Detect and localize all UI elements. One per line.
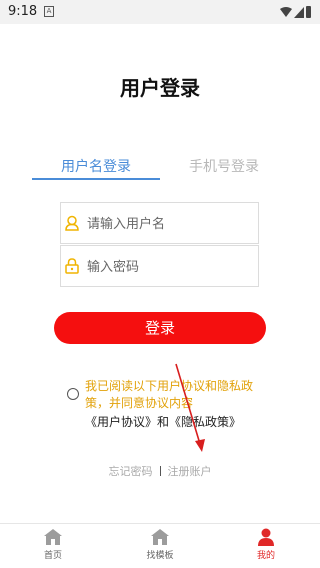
- person-icon: [258, 528, 274, 546]
- status-icons: [280, 6, 311, 18]
- battery-icon: [306, 6, 311, 18]
- user-agreement-link[interactable]: 《用户协议》: [85, 415, 157, 429]
- wifi-icon: [280, 7, 292, 17]
- home-icon: [44, 529, 62, 545]
- signal-icon: [294, 7, 304, 18]
- account-links: 忘记密码 注册账户: [0, 463, 320, 479]
- agreement-joiner: 和: [157, 415, 170, 429]
- bottom-nav: 首页 找模板 我的: [0, 523, 320, 568]
- user-icon: [65, 215, 79, 231]
- username-field[interactable]: [60, 202, 259, 244]
- link-divider: [159, 466, 161, 476]
- nav-home[interactable]: 首页: [23, 528, 83, 568]
- agreement-checkbox[interactable]: [67, 388, 79, 400]
- nav-mine[interactable]: 我的: [236, 528, 296, 568]
- tab-phone-login[interactable]: 手机号登录: [160, 156, 288, 180]
- tab-username-login[interactable]: 用户名登录: [32, 156, 160, 180]
- lock-icon: [65, 258, 79, 274]
- nav-home-label: 首页: [43, 551, 62, 561]
- username-input[interactable]: [87, 211, 252, 237]
- login-button[interactable]: 登录: [54, 312, 266, 344]
- password-field[interactable]: [60, 245, 259, 287]
- register-link[interactable]: 注册账户: [168, 465, 212, 478]
- nav-mine-label: 我的: [256, 551, 275, 561]
- status-bar: 9:18 A: [0, 0, 320, 24]
- privacy-policy-link[interactable]: 《隐私政策》: [169, 415, 241, 429]
- page-title: 用户登录: [120, 76, 200, 100]
- notification-icon: A: [44, 6, 54, 17]
- password-input[interactable]: [87, 254, 252, 280]
- forgot-password-link[interactable]: 忘记密码: [109, 465, 153, 478]
- agreement-text: 我已阅读以下用户协议和隐私政策，并同意协议内容: [85, 379, 254, 410]
- home-icon: [151, 529, 169, 545]
- agreement-links: 《用户协议》和《隐私政策》: [85, 413, 241, 430]
- nav-templates-label: 找模板: [146, 551, 174, 561]
- nav-templates[interactable]: 找模板: [130, 528, 190, 568]
- active-tab-indicator: [32, 178, 160, 180]
- status-time: 9:18: [8, 4, 38, 19]
